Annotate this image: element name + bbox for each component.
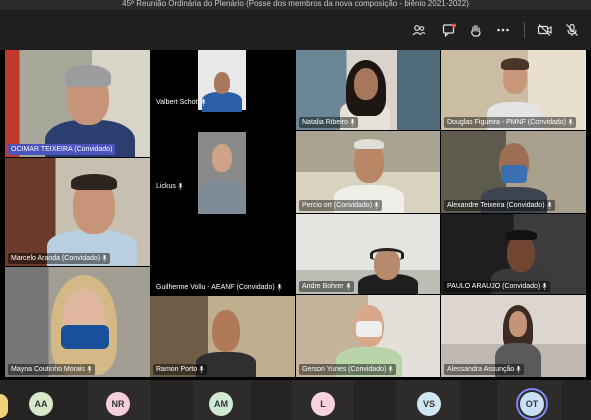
avatar[interactable]: L — [311, 392, 335, 416]
participant-name: Marcelo Aranda (Convidado) — [8, 253, 111, 264]
participant-name: Gerson Yunes (Convidado) — [299, 364, 397, 375]
mic-icon — [374, 202, 379, 209]
person-hair — [354, 139, 384, 149]
mic-icon — [178, 183, 183, 190]
mic-icon — [388, 366, 394, 373]
meeting-title: 45ª Reunião Ordinária do Plenário (Posse… — [0, 0, 591, 10]
participant-tile[interactable]: Lickus — [150, 130, 295, 214]
mic-icon — [199, 366, 204, 373]
person-head — [214, 72, 230, 94]
mic-icon — [276, 284, 282, 291]
face-mask — [501, 165, 527, 183]
participant-tile[interactable]: Marcelo Aranda (Convidado) — [5, 158, 150, 266]
people-icon[interactable] — [409, 20, 429, 40]
participant-name: Lickus — [153, 181, 186, 192]
participant-tile[interactable]: Mayna Coutinho Morais — [5, 267, 150, 377]
mic-icon — [201, 99, 207, 106]
avatar[interactable]: NR — [106, 392, 130, 416]
face-mask — [61, 325, 109, 349]
person-head — [212, 310, 240, 352]
mic-off-icon[interactable] — [562, 20, 582, 40]
chat-icon[interactable] — [439, 20, 459, 40]
participant-name: Alessandra Assunção — [444, 364, 525, 375]
participant-name: Valbert Schott — [153, 97, 209, 108]
participant-tile[interactable]: Andre Bohrer — [296, 214, 440, 294]
participant-tile[interactable]: Alessandra Assunção — [441, 295, 586, 377]
mic-icon — [568, 119, 573, 126]
participant-tile[interactable]: Guilherme Vollu - AEANF (Convidado) — [150, 215, 295, 295]
participant-name: PAULO ARAUJO (Convidado) — [444, 281, 551, 292]
participant-name: Andre Bohrer — [299, 281, 354, 292]
person-head — [509, 311, 527, 337]
avatar[interactable]: OT — [520, 392, 544, 416]
participant-name: Natalia Ribeiro — [299, 117, 358, 128]
participant-name: Douglas Figueira - PMNF (Convidado) — [444, 117, 577, 128]
avatar[interactable]: VS — [417, 392, 441, 416]
participant-name: Mayna Coutinho Morais — [8, 364, 95, 375]
participant-tile[interactable]: Valbert Schott — [150, 50, 295, 130]
avatar[interactable]: AM — [209, 392, 233, 416]
participant-tile[interactable]: Percio ort (Convidado) — [296, 131, 440, 213]
participant-tile[interactable]: PAULO ARAUJO (Convidado) — [441, 214, 586, 294]
mic-icon — [546, 202, 552, 209]
person-hair — [505, 230, 537, 240]
raise-hand-icon[interactable] — [466, 20, 486, 40]
face-mask — [356, 321, 382, 337]
participant-name: Ramon Porto — [153, 364, 208, 375]
participant-name: Guilherme Vollu - AEANF (Convidado) — [153, 282, 285, 293]
person-head — [212, 144, 232, 172]
participant-tile[interactable]: Gerson Yunes (Convidado) — [296, 295, 440, 377]
mic-icon — [345, 283, 351, 290]
person-hair — [501, 58, 529, 70]
person-hair — [71, 174, 117, 190]
participant-tile[interactable]: Ramon Porto — [150, 296, 295, 377]
mic-icon — [87, 366, 92, 373]
teams-meeting-window: 45ª Reunião Ordinária do Plenário (Posse… — [0, 0, 591, 420]
participant-tile[interactable]: Natalia Ribeiro — [296, 50, 440, 130]
participant-tile[interactable]: Douglas Figueira - PMNF (Convidado) — [441, 50, 586, 130]
mic-icon — [350, 119, 355, 126]
person-body — [200, 180, 244, 214]
mic-icon — [542, 283, 547, 290]
participant-tile[interactable]: OCIMAR TEIXEIRA (Convidado) — [5, 50, 150, 157]
more-icon[interactable] — [493, 20, 513, 40]
avatar[interactable]: AA — [29, 392, 53, 416]
person-hair — [65, 65, 111, 87]
avatar-partial — [0, 394, 8, 418]
meeting-toolbar — [0, 10, 591, 50]
camera-off-icon[interactable] — [535, 20, 555, 40]
participant-tile[interactable]: Alexandre Teixeira (Convidado) — [441, 131, 586, 213]
participant-name: Alexandre Teixeira (Convidado) — [444, 200, 555, 211]
toolbar-divider — [524, 22, 525, 38]
participant-name: OCIMAR TEIXEIRA (Convidado) — [8, 144, 116, 155]
person-head — [354, 68, 378, 100]
video-grid: OCIMAR TEIXEIRA (Convidado) Valbert Scho… — [0, 50, 591, 380]
participant-name: Percio ort (Convidado) — [299, 200, 383, 211]
mic-icon — [516, 366, 522, 373]
headset-icon — [370, 248, 404, 260]
mic-icon — [102, 255, 107, 262]
